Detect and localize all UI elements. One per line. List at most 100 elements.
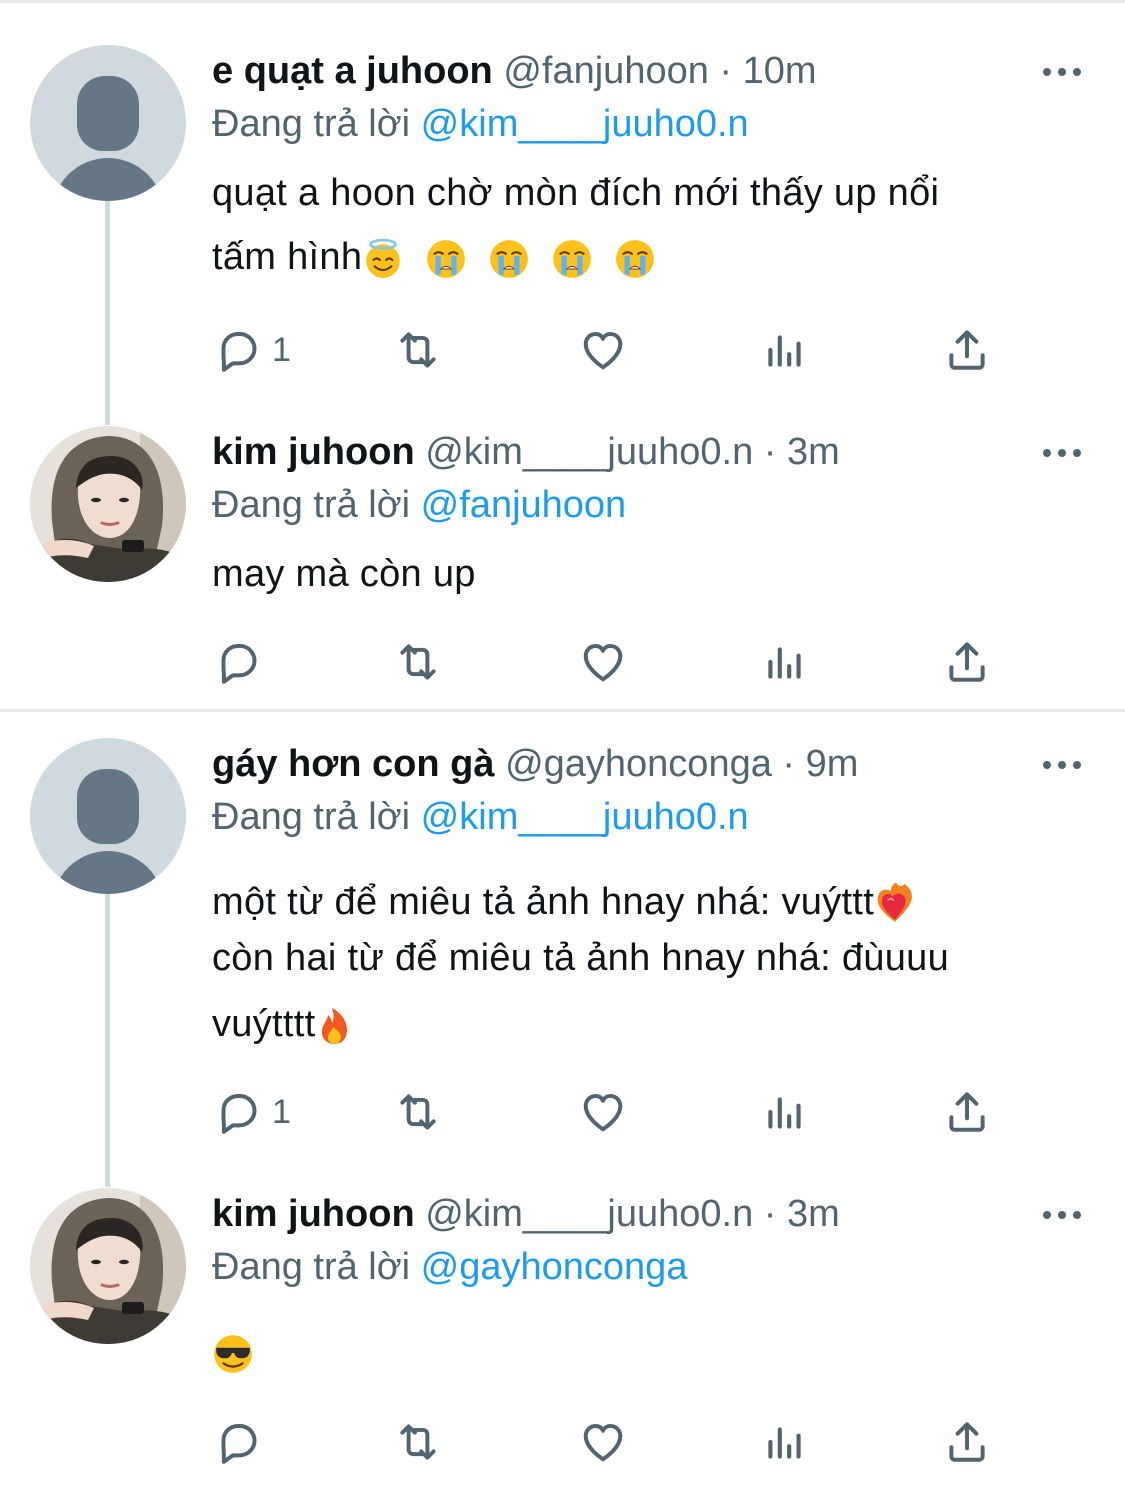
- username[interactable]: @kim____juuho0.n: [425, 431, 753, 473]
- more-icon[interactable]: [1043, 447, 1081, 459]
- separator-dot: ·: [763, 1193, 777, 1235]
- reply-button[interactable]: 1: [212, 320, 291, 380]
- heart-on-fire-icon: [874, 883, 916, 925]
- tweet-text-line-wrap: vuýtttt: [212, 996, 1072, 1052]
- retweet-button[interactable]: [393, 632, 443, 692]
- share-icon: [942, 637, 992, 687]
- timestamp[interactable]: 10m: [743, 50, 817, 92]
- retweet-button[interactable]: [393, 320, 443, 380]
- tweet-header: gáy hơn con gà @gayhonconga · 9m: [212, 741, 858, 787]
- replying-label: Đang trả lời: [212, 1246, 411, 1288]
- like-icon: [578, 1087, 628, 1137]
- loudly-crying-face-icon: [614, 238, 656, 280]
- profile-photo: [30, 426, 186, 582]
- action-bar: [0, 632, 1125, 692]
- reply-icon: [212, 325, 262, 375]
- retweet-icon: [393, 1087, 443, 1137]
- tweet-text-line-wrap: tấm hình: [212, 229, 1072, 285]
- reply-button[interactable]: 1: [212, 1082, 291, 1142]
- retweet-button[interactable]: [393, 1082, 443, 1142]
- replying-to: Đang trả lời @gayhonconga: [212, 1244, 687, 1290]
- mention-link[interactable]: @kim____juuho0.n: [421, 103, 749, 145]
- separator-dot: ·: [782, 743, 796, 785]
- username[interactable]: @gayhonconga: [505, 743, 772, 785]
- retweet-icon: [393, 637, 443, 687]
- more-icon[interactable]: [1043, 1209, 1081, 1221]
- tweet-header: kim juhoon @kim____juuho0.n · 3m: [212, 1191, 840, 1237]
- mention-link[interactable]: @gayhonconga: [421, 1246, 688, 1288]
- tweet-text-line: một từ để miêu tả ảnh hnay nhá: vuýttt: [212, 881, 875, 923]
- username[interactable]: @kim____juuho0.n: [425, 1193, 753, 1235]
- timestamp[interactable]: 3m: [787, 431, 840, 473]
- timestamp[interactable]: 3m: [787, 1193, 840, 1235]
- more-icon[interactable]: [1043, 66, 1081, 78]
- reply-icon: [212, 637, 262, 687]
- tweet-text-line: vuýtttt: [212, 1003, 316, 1045]
- like-button[interactable]: [578, 1082, 628, 1142]
- thread-line: [105, 200, 110, 425]
- timestamp[interactable]: 9m: [806, 743, 859, 785]
- avatar[interactable]: [30, 738, 186, 894]
- views-icon: [760, 1417, 810, 1467]
- replying-label: Đang trả lời: [212, 796, 411, 838]
- share-button[interactable]: [942, 1082, 992, 1142]
- separator-dot: ·: [763, 431, 777, 473]
- loudly-crying-face-icon: [551, 238, 593, 280]
- tweet-text: quạt a hoon chờ mòn đích mới thấy up nổi…: [212, 165, 1072, 285]
- replying-to: Đang trả lời @kim____juuho0.n: [212, 101, 749, 147]
- mention-link[interactable]: @kim____juuho0.n: [421, 796, 749, 838]
- action-bar: [0, 1412, 1125, 1472]
- replying-to: Đang trả lời @fanjuhoon: [212, 482, 626, 528]
- display-name[interactable]: e quạt a juhoon: [212, 50, 493, 92]
- share-icon: [942, 1417, 992, 1467]
- avatar[interactable]: [30, 45, 186, 201]
- thread-line: [105, 893, 110, 1187]
- display-name[interactable]: gáy hơn con gà: [212, 743, 495, 785]
- conversation-divider: [0, 709, 1125, 712]
- share-button[interactable]: [942, 1412, 992, 1472]
- reply-button[interactable]: [212, 1412, 262, 1472]
- loudly-crying-face-icon: [488, 238, 530, 280]
- share-icon: [942, 1087, 992, 1137]
- reply-count: 1: [272, 1092, 291, 1131]
- share-icon: [942, 325, 992, 375]
- tweet-text-line: quạt a hoon chờ mòn đích mới thấy up nổi: [212, 172, 940, 214]
- display-name[interactable]: kim juhoon: [212, 431, 415, 473]
- views-button[interactable]: [760, 1082, 810, 1142]
- fire-icon: [315, 1006, 355, 1046]
- top-divider: [0, 0, 1125, 3]
- tweet-header: e quạt a juhoon @fanjuhoon · 10m: [212, 48, 817, 94]
- replying-label: Đang trả lời: [212, 103, 411, 145]
- mention-link[interactable]: @fanjuhoon: [421, 484, 627, 526]
- display-name[interactable]: kim juhoon: [212, 1193, 415, 1235]
- retweet-icon: [393, 325, 443, 375]
- like-button[interactable]: [578, 632, 628, 692]
- views-button[interactable]: [760, 1412, 810, 1472]
- avatar[interactable]: [30, 1188, 186, 1344]
- retweet-icon: [393, 1417, 443, 1467]
- views-button[interactable]: [760, 320, 810, 380]
- username[interactable]: @fanjuhoon: [503, 50, 709, 92]
- like-button[interactable]: [578, 320, 628, 380]
- reply-button[interactable]: [212, 632, 262, 692]
- like-button[interactable]: [578, 1412, 628, 1472]
- views-icon: [760, 637, 810, 687]
- smiling-face-with-halo-icon: [362, 238, 404, 280]
- like-icon: [578, 637, 628, 687]
- smiling-face-with-sunglasses-icon: [212, 1333, 254, 1375]
- share-button[interactable]: [942, 320, 992, 380]
- share-button[interactable]: [942, 632, 992, 692]
- retweet-button[interactable]: [393, 1412, 443, 1472]
- reply-count: 1: [272, 330, 291, 369]
- like-icon: [578, 325, 628, 375]
- separator-dot: ·: [719, 50, 733, 92]
- profile-photo: [30, 1188, 186, 1344]
- tweet-text: [212, 1324, 1072, 1380]
- more-icon[interactable]: [1043, 759, 1081, 771]
- tweet-text-line: may mà còn up: [212, 553, 476, 595]
- views-icon: [760, 325, 810, 375]
- avatar[interactable]: [30, 426, 186, 582]
- views-button[interactable]: [760, 632, 810, 692]
- views-icon: [760, 1087, 810, 1137]
- tweet-text-line: tấm hình: [212, 236, 363, 278]
